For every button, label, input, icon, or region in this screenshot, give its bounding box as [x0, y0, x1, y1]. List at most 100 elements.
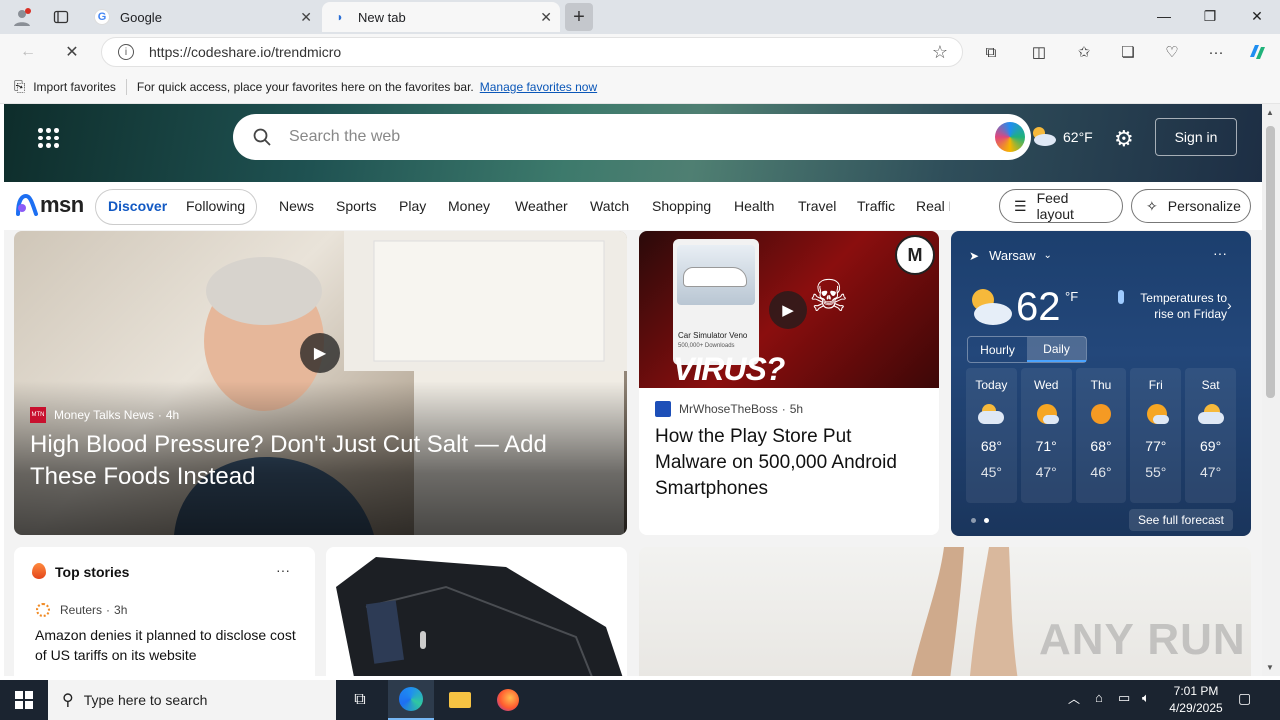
- nav-news[interactable]: News: [279, 198, 314, 214]
- hero-story-card[interactable]: ▶ MTN Money Talks News · 4h High Blood P…: [14, 231, 627, 535]
- tab-actions-icon[interactable]: [50, 6, 72, 28]
- close-tab-icon[interactable]: ✕: [300, 9, 312, 26]
- site-info-icon[interactable]: i: [118, 44, 134, 60]
- hero-source[interactable]: MTN Money Talks News · 4h: [30, 407, 179, 423]
- feature-image-card[interactable]: ANY RUN: [639, 547, 1251, 676]
- favorite-star-icon[interactable]: ☆: [932, 42, 948, 63]
- scroll-up-arrow[interactable]: ▲: [1266, 108, 1274, 117]
- tab-new-tab[interactable]: ◗ New tab ✕: [322, 2, 560, 32]
- product-image-card[interactable]: [326, 547, 627, 676]
- tab-following[interactable]: Following: [186, 198, 245, 214]
- windows-icon: [15, 691, 33, 709]
- tab-daily[interactable]: Daily: [1027, 337, 1086, 362]
- see-full-forecast-button[interactable]: See full forecast: [1129, 509, 1233, 531]
- tab-hourly[interactable]: Hourly: [968, 337, 1027, 362]
- favorites-divider: [125, 78, 127, 95]
- more-menu-icon[interactable]: ···: [1204, 41, 1228, 63]
- import-favorites-icon[interactable]: ⎘: [14, 78, 25, 95]
- forecast-day[interactable]: Fri 77° 55°: [1130, 368, 1182, 503]
- story-source[interactable]: Reuters · 3h: [36, 603, 127, 617]
- tab-google[interactable]: G Google ✕: [84, 2, 320, 32]
- forecast-day[interactable]: Wed 71° 47°: [1020, 368, 1072, 503]
- nav-shopping[interactable]: Shopping: [652, 198, 711, 214]
- minimize-button[interactable]: —: [1141, 0, 1187, 32]
- sign-in-button[interactable]: Sign in: [1155, 118, 1237, 156]
- page-scrollbar[interactable]: ▲ ▼: [1262, 104, 1280, 676]
- network-icon[interactable]: ▭: [1118, 690, 1130, 706]
- close-tab-icon[interactable]: ✕: [540, 9, 552, 26]
- copilot-icon[interactable]: [1245, 41, 1269, 63]
- partly-cloudy-icon: [978, 404, 1005, 424]
- forecast-note[interactable]: Temperatures to rise on Friday: [1127, 290, 1227, 322]
- personalize-button[interactable]: ✧ Personalize: [1131, 189, 1251, 223]
- url-text[interactable]: https://codeshare.io/trendmicro: [149, 44, 341, 60]
- nav-sports[interactable]: Sports: [336, 198, 376, 214]
- back-button[interactable]: ←: [15, 40, 41, 64]
- stop-loading-button[interactable]: ✕: [59, 40, 85, 64]
- split-screen-icon[interactable]: ◫: [1027, 41, 1051, 63]
- weather-card[interactable]: ➤ Warsaw ⌄ ··· 62 °F Temperatures to ris…: [951, 231, 1251, 536]
- thumb-play-icon[interactable]: ▶: [769, 291, 807, 329]
- file-explorer-icon[interactable]: [438, 680, 482, 720]
- top-stories-more-icon[interactable]: ···: [276, 562, 290, 578]
- hero-headline[interactable]: High Blood Pressure? Don't Just Cut Salt…: [30, 429, 590, 493]
- msn-logo[interactable]: msn: [16, 192, 84, 218]
- top-stories-title[interactable]: Top stories: [55, 564, 129, 580]
- story-source[interactable]: MrWhoseTheBoss · 5h: [655, 401, 803, 417]
- device-icon[interactable]: ⌂: [1095, 690, 1103, 705]
- firefox-icon[interactable]: [486, 680, 530, 720]
- volume-icon[interactable]: 🔈︎: [1142, 690, 1150, 706]
- day-high: 69°: [1200, 438, 1222, 454]
- notifications-icon[interactable]: ▢: [1238, 690, 1251, 707]
- favorites-icon[interactable]: ✩: [1072, 41, 1096, 63]
- carousel-dots[interactable]: [971, 518, 989, 523]
- forecast-day[interactable]: Today 68° 45°: [966, 368, 1017, 503]
- clock[interactable]: 7:01 PM 4/29/2025: [1160, 683, 1232, 717]
- nav-traffic[interactable]: Traffic: [857, 198, 895, 214]
- extensions-icon[interactable]: ⧉: [979, 41, 1003, 63]
- nav-money[interactable]: Money: [448, 198, 490, 214]
- chevron-right-icon[interactable]: ›: [1227, 297, 1232, 313]
- msn-header: Search the web 62°F ⚙ Sign in: [4, 104, 1262, 182]
- nav-travel[interactable]: Travel: [798, 198, 836, 214]
- chevron-down-icon: ⌄: [1043, 250, 1052, 261]
- scroll-down-arrow[interactable]: ▼: [1266, 663, 1274, 672]
- bing-copilot-icon[interactable]: [995, 122, 1025, 152]
- address-bar[interactable]: i https://codeshare.io/trendmicro ☆: [101, 37, 963, 67]
- collections-icon[interactable]: ❏: [1116, 41, 1140, 63]
- nav-health[interactable]: Health: [734, 198, 774, 214]
- forecast-day[interactable]: Thu 68° 46°: [1075, 368, 1127, 503]
- task-view-icon[interactable]: ⧉: [338, 680, 382, 720]
- restore-button[interactable]: ❐: [1187, 0, 1233, 32]
- location-row[interactable]: ➤ Warsaw ⌄: [969, 248, 1052, 263]
- manage-favorites-link[interactable]: Manage favorites now: [480, 80, 597, 94]
- tab-discover[interactable]: Discover: [108, 198, 167, 214]
- profile-icon[interactable]: [10, 5, 34, 29]
- show-hidden-icons-icon[interactable]: ︿: [1068, 690, 1080, 707]
- nav-real-estate[interactable]: Real E: [916, 198, 950, 214]
- taskbar-search[interactable]: ⚲ Type here to search: [48, 680, 336, 720]
- play-button-icon[interactable]: ▶: [300, 333, 340, 373]
- new-tab-button[interactable]: +: [565, 3, 593, 31]
- weather-more-icon[interactable]: ···: [1213, 245, 1227, 261]
- feed-layout-button[interactable]: ☰ Feed layout: [999, 189, 1123, 223]
- nav-weather[interactable]: Weather: [515, 198, 568, 214]
- scroll-thumb[interactable]: [1266, 126, 1275, 398]
- carousel-dot[interactable]: [971, 518, 976, 523]
- nav-watch[interactable]: Watch: [590, 198, 629, 214]
- edge-taskbar-icon[interactable]: [388, 680, 434, 720]
- start-button[interactable]: [0, 680, 48, 720]
- story-card-malware[interactable]: Car Simulator Veno 500,000+ Downloads ☠ …: [639, 231, 939, 535]
- story-headline[interactable]: How the Play Store Put Malware on 500,00…: [655, 424, 927, 502]
- close-window-button[interactable]: ✕: [1234, 0, 1280, 32]
- app-launcher-icon[interactable]: [38, 128, 59, 148]
- header-temperature[interactable]: 62°F: [1063, 129, 1093, 145]
- nav-play[interactable]: Play: [399, 198, 426, 214]
- forecast-day[interactable]: Sat 69° 47°: [1185, 368, 1236, 503]
- settings-gear-icon[interactable]: ⚙: [1114, 126, 1134, 152]
- top-story-headline[interactable]: Amazon denies it planned to disclose cos…: [35, 625, 297, 665]
- import-favorites-button[interactable]: Import favorites: [33, 80, 116, 94]
- carousel-dot[interactable]: [984, 518, 989, 523]
- browser-essentials-icon[interactable]: ♡: [1160, 41, 1184, 63]
- web-search-input[interactable]: Search the web: [233, 114, 1031, 160]
